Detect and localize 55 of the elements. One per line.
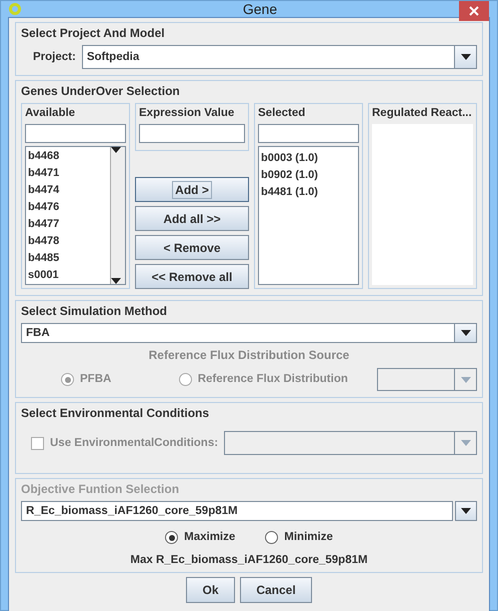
- column-title: Selected: [258, 106, 306, 121]
- radio-label: Minimize: [284, 530, 333, 545]
- dropdown-arrow-icon: [460, 54, 470, 60]
- window-title: Gene: [242, 1, 278, 17]
- radio-button[interactable]: [265, 531, 278, 544]
- method-dropdown[interactable]: FBA: [21, 323, 477, 343]
- dialog-button[interactable]: Ok: [186, 577, 235, 603]
- dropdown-arrow-icon: [461, 508, 471, 514]
- section-title: Select Project And Model: [21, 26, 166, 40]
- section-title: Select Simulation Method: [21, 304, 168, 318]
- gene-item[interactable]: b4485: [28, 250, 108, 267]
- function-dropdown[interactable]: R_Ec_biomass_iAF1260_core_59p81M: [21, 501, 453, 521]
- dropdown-arrow-icon: [460, 440, 470, 446]
- transfer-button[interactable]: << Remove all: [135, 264, 249, 289]
- dropdown-arrow-icon: [111, 147, 121, 153]
- radio-label: PFBA: [80, 372, 112, 387]
- dialog-button[interactable]: Cancel: [240, 577, 312, 603]
- close-icon: [469, 6, 479, 16]
- gene-item[interactable]: s0001: [28, 267, 108, 284]
- transfer-button[interactable]: Add >: [135, 177, 249, 202]
- dropdown-arrow-icon: [460, 330, 470, 336]
- radio-label: Maximize: [184, 530, 236, 545]
- expression-field[interactable]: [139, 124, 245, 143]
- gene-item[interactable]: b0003 (1.0): [261, 150, 356, 167]
- column-title: Expression Value: [139, 106, 236, 121]
- project-label: Project:: [33, 50, 76, 64]
- gene-item[interactable]: b4477: [28, 216, 108, 233]
- section-title: Objective Funtion Selection: [21, 482, 180, 496]
- radio-label: Reference Flux Distribution: [198, 372, 348, 387]
- objective-summary: Max R_Ec_biomass_iAF1260_core_59p81M: [129, 554, 369, 566]
- app-logo-icon: [9, 2, 23, 16]
- column-title: Available: [25, 106, 76, 121]
- gene-item[interactable]: b0902 (1.0): [261, 167, 356, 184]
- close-button[interactable]: [459, 1, 489, 21]
- gene-item[interactable]: b4471: [28, 165, 108, 182]
- project-dropdown[interactable]: Softpedia: [82, 45, 477, 69]
- reference-title: Reference Flux Distribution Source: [148, 348, 350, 363]
- section-title: Select Environmental Conditions: [21, 406, 210, 420]
- scrollbar[interactable]: [110, 147, 125, 284]
- conditions-dropdown[interactable]: [224, 431, 477, 455]
- checkbox-label: Use EnvironmentalConditions:: [50, 436, 218, 450]
- column-title: Regulated React...: [372, 106, 473, 121]
- filter-field[interactable]: [258, 124, 359, 143]
- section-title: Genes UnderOver Selection: [21, 84, 181, 98]
- gene-item[interactable]: b4476: [28, 199, 108, 216]
- dropdown-arrow-icon: [460, 376, 470, 382]
- transfer-button[interactable]: < Remove: [135, 235, 249, 260]
- gene-item[interactable]: b4478: [28, 233, 108, 250]
- gene-item[interactable]: b4481 (1.0): [261, 184, 356, 201]
- transfer-button[interactable]: Add all >>: [135, 206, 249, 231]
- radio-button[interactable]: [165, 531, 178, 544]
- gene-item[interactable]: b4474: [28, 182, 108, 199]
- filter-field[interactable]: [25, 124, 126, 143]
- gene-item[interactable]: b4468: [28, 148, 108, 165]
- dropdown-arrow-icon: [111, 278, 121, 284]
